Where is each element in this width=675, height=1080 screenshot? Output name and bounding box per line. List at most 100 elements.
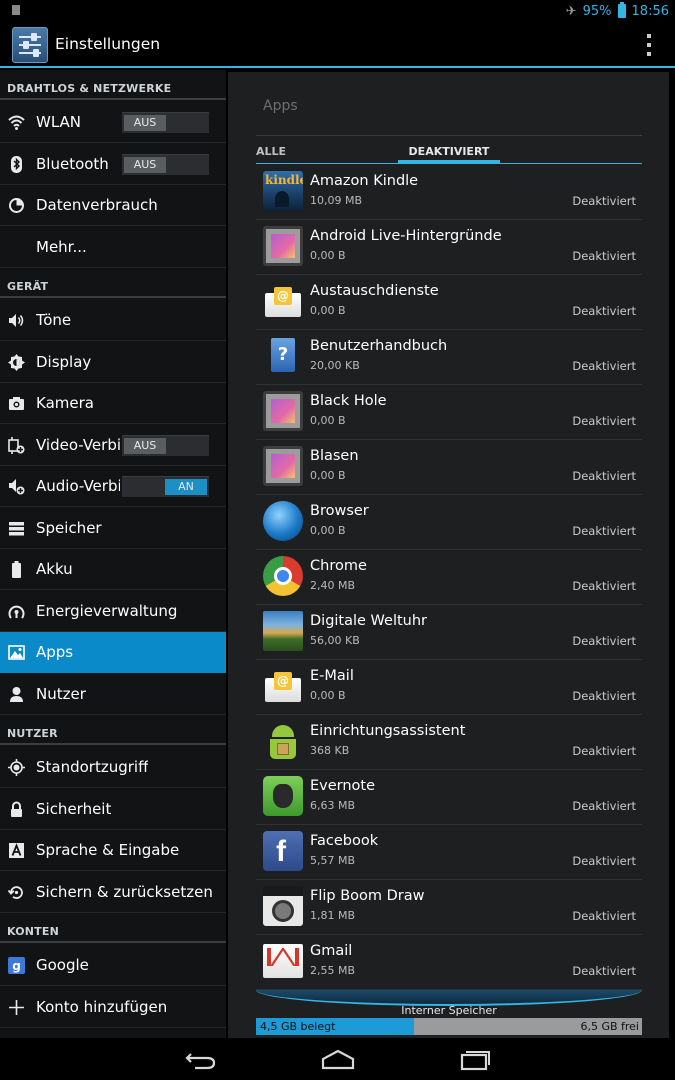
- app-status: Deaktiviert: [572, 909, 636, 923]
- app-list-item[interactable]: Austauschdienste 0,00 B Deaktiviert: [256, 275, 642, 330]
- app-name: Digitale Weltuhr: [310, 613, 428, 629]
- sidebar-item-label: Standortzugriff: [36, 758, 149, 776]
- settings-app-icon[interactable]: [12, 27, 48, 63]
- app-list-item[interactable]: Chrome 2,40 MB Deaktiviert: [256, 550, 642, 605]
- sidebar-item-akku[interactable]: Akku: [0, 549, 226, 590]
- app-size: 1,81 MB: [310, 909, 356, 922]
- app-status: Deaktiviert: [572, 304, 636, 318]
- sidebar-item-audio-verbindung[interactable]: Audio-Verbindung AN: [0, 466, 226, 507]
- toggle-switch[interactable]: AN: [122, 476, 209, 497]
- settings-sidebar: DRAHTLOS & NETZWERKE WLAN AUS Bluetooth AUS D…: [0, 70, 226, 1038]
- status-bar: ✈ 95% 18:56: [0, 0, 675, 22]
- battery-icon: [8, 561, 25, 578]
- app-list-item[interactable]: kindle Amazon Kindle 10,09 MB Deaktiviert: [256, 165, 642, 220]
- sidebar-item-standortzugriff[interactable]: Standortzugriff: [0, 747, 226, 788]
- sidebar-item-töne[interactable]: Töne: [0, 300, 226, 341]
- app-list-item[interactable]: Benutzerhandbuch 20,00 KB Deaktiviert: [256, 330, 642, 385]
- app-list-item[interactable]: Gmail 2,55 MB Deaktiviert: [256, 935, 642, 990]
- sidebar-item-label: Audio-Verbindung: [36, 477, 120, 495]
- app-list-item[interactable]: Black Hole 0,00 B Deaktiviert: [256, 385, 642, 440]
- toggle-switch[interactable]: AUS: [122, 112, 209, 133]
- app-name: Blasen: [310, 448, 359, 464]
- app-list-item[interactable]: Evernote 6,63 MB Deaktiviert: [256, 770, 642, 825]
- storage-bar: 4,5 GB belegt 6,5 GB frei: [256, 1018, 642, 1035]
- app-list-item[interactable]: Blasen 0,00 B Deaktiviert: [256, 440, 642, 495]
- notification-icon: [12, 5, 20, 15]
- sidebar-item-label: Kamera: [36, 394, 94, 412]
- divider: [256, 135, 642, 136]
- plus-icon: [8, 999, 25, 1016]
- app-status: Deaktiviert: [572, 689, 636, 703]
- sidebar-item-label: WLAN: [36, 113, 82, 131]
- tab-all[interactable]: ALLE: [256, 145, 286, 158]
- page-title: Einstellungen: [55, 35, 161, 53]
- sidebar-item-sichern-zurücksetzen[interactable]: Sichern & zurücksetzen: [0, 872, 226, 913]
- apps-content: Apps ALLE DEAKTIVIERT kindle Amazon Kindl…: [228, 72, 669, 1038]
- app-name: Benutzerhandbuch: [310, 338, 448, 354]
- tab-deaktiviert[interactable]: DEAKTIVIERT: [398, 145, 500, 158]
- app-name: E-Mail: [310, 668, 354, 684]
- section-header: GERÄT: [0, 268, 226, 298]
- app-list-item[interactable]: Einrichtungsassistent 368 KB Deaktiviert: [256, 715, 642, 770]
- sidebar-item-sprache-eingabe[interactable]: Sprache & Eingabe: [0, 830, 226, 871]
- sidebar-item-kamera[interactable]: Kamera: [0, 383, 226, 424]
- section-header: KONTEN: [0, 913, 226, 943]
- app-list-item[interactable]: Browser 0,00 B Deaktiviert: [256, 495, 642, 550]
- app-name: Android Live-Hintergründe: [310, 228, 502, 244]
- app-size: 0,00 B: [310, 249, 346, 262]
- clock: 18:56: [631, 3, 669, 19]
- android-setup-icon: [263, 721, 303, 761]
- sidebar-item-label: Bluetooth: [36, 154, 109, 173]
- app-name: Gmail: [310, 943, 353, 959]
- app-status: Deaktiviert: [572, 579, 636, 593]
- app-list-item[interactable]: Facebook 5,57 MB Deaktiviert: [256, 825, 642, 880]
- sidebar-item-mehr[interactable]: Mehr...: [0, 227, 226, 268]
- app-list-item[interactable]: E-Mail 0,00 B Deaktiviert: [256, 660, 642, 715]
- video-connection-icon: [8, 436, 25, 454]
- sidebar-item-sicherheit[interactable]: Sicherheit: [0, 789, 226, 830]
- gmail-icon: [263, 944, 303, 978]
- storage-label: Interner Speicher: [401, 1004, 497, 1017]
- app-name: Black Hole: [310, 393, 387, 409]
- sidebar-item-konto-hinzufügen[interactable]: Konto hinzufügen: [0, 987, 226, 1028]
- app-list[interactable]: kindle Amazon Kindle 10,09 MB Deaktiviert An…: [256, 165, 642, 990]
- app-list-item[interactable]: Flip Boom Draw 1,81 MB Deaktiviert: [256, 880, 642, 935]
- toggle-switch[interactable]: AUS: [122, 434, 209, 456]
- user-guide-icon: [263, 336, 303, 376]
- user-icon: [8, 686, 25, 703]
- sidebar-item-google[interactable]: g Google: [0, 945, 226, 986]
- sidebar-item-speicher[interactable]: Speicher: [0, 508, 226, 549]
- sidebar-item-label: Energieverwaltung: [36, 601, 178, 620]
- app-name: Chrome: [310, 558, 367, 574]
- sidebar-item-label: Display: [36, 352, 92, 371]
- toggle-knob: AN: [165, 479, 207, 495]
- overflow-menu-icon[interactable]: [647, 34, 651, 56]
- power-management-icon: [8, 603, 25, 620]
- back-icon[interactable]: [181, 1046, 221, 1072]
- app-size: 20,00 KB: [310, 359, 360, 372]
- sidebar-item-nutzer[interactable]: Nutzer: [0, 674, 226, 715]
- app-size: 368 KB: [310, 744, 350, 757]
- app-list-item[interactable]: Digitale Weltuhr 56,00 KB Deaktiviert: [256, 605, 642, 660]
- navigation-bar: [0, 1038, 675, 1080]
- sidebar-item-energieverwaltung[interactable]: Energieverwaltung: [0, 591, 226, 632]
- data-usage-icon: [8, 197, 25, 214]
- app-size: 0,00 B: [310, 414, 346, 427]
- app-list-item[interactable]: Android Live-Hintergründe 0,00 B Deaktivie…: [256, 220, 642, 275]
- sidebar-item-wlan[interactable]: WLAN AUS: [0, 102, 226, 143]
- sidebar-item-bluetooth[interactable]: Bluetooth AUS: [0, 144, 226, 185]
- app-status: Deaktiviert: [572, 854, 636, 868]
- toggle-switch[interactable]: AUS: [122, 153, 209, 175]
- recent-apps-icon[interactable]: [454, 1046, 494, 1072]
- sidebar-item-apps[interactable]: Apps: [0, 632, 226, 673]
- sidebar-item-label: Video-Verbindung: [36, 435, 120, 454]
- home-icon[interactable]: [318, 1046, 358, 1072]
- sidebar-item-display[interactable]: Display: [0, 342, 226, 383]
- apps-title: Apps: [263, 98, 298, 114]
- sidebar-item-video-verbindung[interactable]: Video-VerbindungAUS: [0, 425, 226, 466]
- section-header-label: NUTZER: [7, 727, 58, 740]
- sound-icon: [8, 312, 25, 329]
- app-status: Deaktiviert: [572, 359, 636, 373]
- sidebar-item-datenverbrauch[interactable]: Datenverbrauch: [0, 185, 226, 226]
- app-size: 0,00 B: [310, 689, 346, 702]
